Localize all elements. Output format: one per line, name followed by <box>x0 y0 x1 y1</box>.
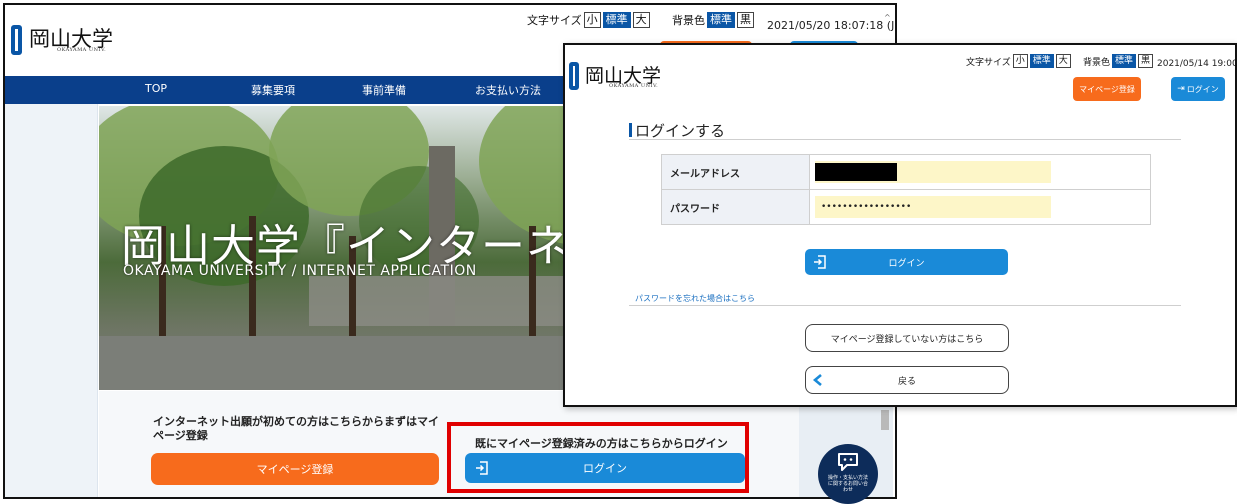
email-field[interactable] <box>815 161 1051 183</box>
bg-color-black[interactable]: 黒 <box>1138 54 1154 68</box>
bg-color-label: 背景色 <box>672 14 705 27</box>
mypage-register-header-button[interactable]: マイページ登録 <box>1073 77 1141 101</box>
back-button-label: 戻る <box>897 376 916 387</box>
section-title: ログインする <box>635 122 726 140</box>
first-time-text: インターネット出願が初めての方はこちらからまずはマイページ登録 <box>153 415 439 442</box>
nav-preparation[interactable]: 事前準備 <box>362 82 406 98</box>
font-size-control: 文字サイズ 小 標準 大 <box>527 12 650 28</box>
section-divider <box>629 139 1181 140</box>
forgot-password-link[interactable]: パスワードを忘れた場合はこちら <box>635 293 755 304</box>
header-login-button[interactable]: ⇥ ログイン <box>1171 77 1225 101</box>
current-datetime: 2021/05/14 19:00:19 (JST <box>1157 59 1235 69</box>
login-form: メールアドレス パスワード ••••••••••••••••• <box>661 154 1151 225</box>
chat-bubble-icon <box>838 453 858 471</box>
nav-guidelines[interactable]: 募集要項 <box>251 82 295 98</box>
login-highlight-box <box>447 422 749 493</box>
scrollbar-thumb[interactable] <box>881 410 889 430</box>
bg-color-label: 背景色 <box>1083 57 1111 68</box>
font-size-standard[interactable]: 標準 <box>602 12 631 28</box>
current-datetime: 2021/05/20 18:07:18 (JST) <box>767 19 895 32</box>
site-logo-subtitle: OKAYAMA UNIV. <box>57 47 107 53</box>
university-logo-icon <box>11 25 22 55</box>
font-size-small[interactable]: 小 <box>1012 54 1028 68</box>
link-divider <box>629 305 1181 306</box>
nav-payment[interactable]: お支払い方法 <box>475 82 541 98</box>
header-login-label: ログイン <box>1186 84 1219 94</box>
chat-label: 操作・支払い方法に関するお問い合わせ <box>828 475 869 493</box>
bg-color-black[interactable]: 黒 <box>737 12 754 28</box>
login-icon <box>814 255 826 269</box>
chevron-left-icon <box>812 374 822 386</box>
font-size-small[interactable]: 小 <box>583 12 601 28</box>
font-size-label: 文字サイズ <box>966 57 1011 68</box>
university-logo-icon <box>569 62 579 90</box>
login-icon: ⇥ <box>1177 84 1185 94</box>
scroll-up-arrow-icon[interactable]: ^ <box>884 13 891 22</box>
bg-color-control: 背景色 標準 黒 <box>1083 54 1154 68</box>
font-size-standard[interactable]: 標準 <box>1029 54 1054 68</box>
login-logo-subtitle: OKAYAMA UNIV. <box>609 83 659 89</box>
nav-top[interactable]: TOP <box>145 82 167 95</box>
register-button[interactable]: マイページ登録 <box>151 453 439 485</box>
back-button[interactable]: 戻る <box>805 366 1009 394</box>
support-chat-button[interactable]: 操作・支払い方法に関するお問い合わせ <box>818 444 878 504</box>
section-marker <box>629 123 632 137</box>
password-label: パスワード <box>661 189 810 225</box>
hero-subtitle: OKAYAMA UNIVERSITY / INTERNET APPLICATIO… <box>123 263 477 279</box>
bg-color-standard[interactable]: 標準 <box>707 12 735 28</box>
login-submit-label: ログイン <box>888 258 925 269</box>
font-size-label: 文字サイズ <box>527 14 582 27</box>
email-label: メールアドレス <box>661 154 810 190</box>
login-window: 岡山大学 OKAYAMA UNIV. 文字サイズ 小 標準 大 背景色 標準 黒… <box>563 43 1237 407</box>
left-sidebar <box>5 104 98 497</box>
bg-color-control: 背景色 標準 黒 <box>672 12 754 28</box>
email-redaction <box>815 163 897 181</box>
bg-color-standard[interactable]: 標準 <box>1112 54 1137 68</box>
font-size-control: 文字サイズ 小 標準 大 <box>966 54 1071 68</box>
not-registered-button[interactable]: マイページ登録していない方はこちら <box>805 324 1009 352</box>
font-size-large[interactable]: 大 <box>1055 54 1071 68</box>
password-field[interactable]: ••••••••••••••••• <box>815 196 1051 218</box>
font-size-large[interactable]: 大 <box>632 12 650 28</box>
login-submit-button[interactable]: ログイン <box>805 249 1008 275</box>
